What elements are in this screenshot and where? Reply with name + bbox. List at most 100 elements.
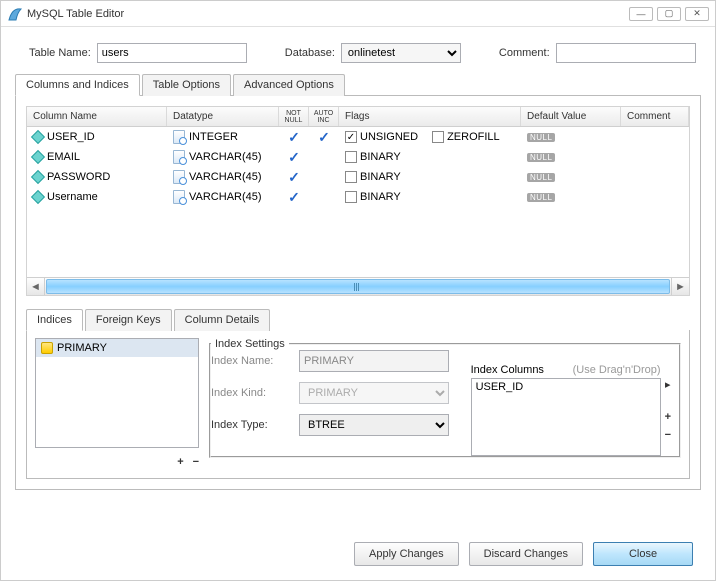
window-title: MySQL Table Editor [27,8,629,20]
column-icon [31,170,45,184]
column-icon [31,190,45,204]
grid-body: USER_IDINTEGER✓✓✓UNSIGNEDZEROFILLNULLEMA… [27,127,689,277]
header-default[interactable]: Default Value [521,107,621,126]
header-not-null[interactable]: NOTNULL [279,107,309,126]
comment-input[interactable] [556,43,696,63]
column-icon [31,150,45,164]
flag-checkbox[interactable]: BINARY [345,151,401,163]
null-badge: NULL [527,153,555,162]
tab-body: Column Name Datatype NOTNULL AUTOINC Fla… [15,96,701,490]
index-type-select[interactable]: BTREE [299,414,449,436]
index-kind-label: Index Kind: [211,387,291,399]
datatype-value: INTEGER [189,131,238,143]
columns-grid: Column Name Datatype NOTNULL AUTOINC Fla… [26,106,690,296]
index-column-item[interactable]: USER_ID [476,381,656,393]
header-comment[interactable]: Comment [621,107,689,126]
null-badge: NULL [527,193,555,202]
index-type-label: Index Type: [211,419,291,431]
null-badge: NULL [527,133,555,142]
flag-label: BINARY [360,171,401,183]
tab-table-options[interactable]: Table Options [142,74,231,96]
scroll-track[interactable] [46,279,670,294]
add-index-button[interactable]: + [177,456,183,468]
header-auto-inc[interactable]: AUTOINC [309,107,339,126]
check-icon: ✓ [288,149,300,166]
tab-advanced-options[interactable]: Advanced Options [233,74,345,96]
index-item-label: PRIMARY [57,342,107,354]
scroll-right-icon[interactable]: ► [671,278,689,295]
datatype-icon [173,170,185,184]
column-name: PASSWORD [47,171,110,183]
apply-changes-button[interactable]: Apply Changes [354,542,459,566]
flag-label: BINARY [360,191,401,203]
column-icon [31,130,45,144]
database-label: Database: [285,47,335,59]
datatype-icon [173,190,185,204]
remove-index-button[interactable]: − [193,456,199,468]
index-name-label: Index Name: [211,355,291,367]
flag-checkbox[interactable]: ✓UNSIGNED [345,131,418,143]
datatype-icon [173,150,185,164]
tab-indices[interactable]: Indices [26,309,83,331]
datatype-value: VARCHAR(45) [189,171,262,183]
main-tabs: Columns and Indices Table Options Advanc… [15,73,701,96]
close-window-button[interactable]: ✕ [685,7,709,21]
index-settings: Index Settings Index Name: Index Kind: P… [209,338,681,458]
tab-foreign-keys[interactable]: Foreign Keys [85,309,172,331]
flag-label: ZEROFILL [447,131,500,143]
index-kind-select: PRIMARY [299,382,449,404]
close-button[interactable]: Close [593,542,693,566]
table-row[interactable]: EMAIL VARCHAR(45) ✓ BINARY NULL [27,147,689,167]
index-col-add-button[interactable]: + [665,410,671,424]
check-icon: ✓ [318,129,330,146]
title-bar: MySQL Table Editor — ▢ ✕ [1,1,715,27]
index-columns-label: Index Columns [471,364,544,376]
datatype-value: VARCHAR(45) [189,151,262,163]
table-row[interactable]: USER_ID INTEGER ✓ ✓ ✓UNSIGNED ZEROFILL NULL [27,127,689,147]
tab-columns-indices[interactable]: Columns and Indices [15,74,140,96]
app-icon [7,6,23,22]
datatype-icon [173,130,185,144]
index-name-input [299,350,449,372]
index-list-item[interactable]: PRIMARY [36,339,198,357]
table-row[interactable]: UsernameVARCHAR(45)✓BINARYNULL [27,187,689,207]
horizontal-scrollbar[interactable]: ◄ ► [27,277,689,295]
index-col-move-right-icon[interactable]: ▸ [665,378,671,392]
column-name: EMAIL [47,151,80,163]
grid-header: Column Name Datatype NOTNULL AUTOINC Fla… [27,107,689,127]
table-name-label: Table Name: [29,47,91,59]
table-name-input[interactable] [97,43,247,63]
check-icon: ✓ [288,189,300,206]
minimize-button[interactable]: — [629,7,653,21]
check-icon: ✓ [288,129,300,146]
index-columns-hint: (Use Drag'n'Drop) [573,364,661,376]
footer-buttons: Apply Changes Discard Changes Close [354,542,693,566]
column-name: Username [47,191,98,203]
flag-checkbox[interactable]: BINARY [345,171,401,183]
flag-label: UNSIGNED [360,131,418,143]
top-form: Table Name: Database: onlinetest Comment… [1,27,715,73]
header-column-name[interactable]: Column Name [27,107,167,126]
table-row[interactable]: PASSWORD VARCHAR(45) ✓ BINARY NULL [27,167,689,187]
null-badge: NULL [527,173,555,182]
database-select[interactable]: onlinetest [341,43,461,63]
flag-checkbox[interactable]: ZEROFILL [432,131,500,143]
index-columns-list[interactable]: USER_ID [471,378,661,456]
header-datatype[interactable]: Datatype [167,107,279,126]
flag-checkbox[interactable]: BINARY [345,191,401,203]
index-list-pane: PRIMARY + − [35,338,199,470]
header-flags[interactable]: Flags [339,107,521,126]
index-col-remove-button[interactable]: − [665,428,671,442]
comment-label: Comment: [499,47,550,59]
maximize-button[interactable]: ▢ [657,7,681,21]
discard-changes-button[interactable]: Discard Changes [469,542,583,566]
sub-tabs: Indices Foreign Keys Column Details [26,308,690,330]
check-icon: ✓ [288,169,300,186]
index-settings-legend: Index Settings [211,338,289,350]
tab-column-details[interactable]: Column Details [174,309,271,331]
column-name: USER_ID [47,131,95,143]
scroll-left-icon[interactable]: ◄ [27,278,45,295]
window-controls: — ▢ ✕ [629,7,709,21]
flag-label: BINARY [360,151,401,163]
index-list[interactable]: PRIMARY [35,338,199,448]
